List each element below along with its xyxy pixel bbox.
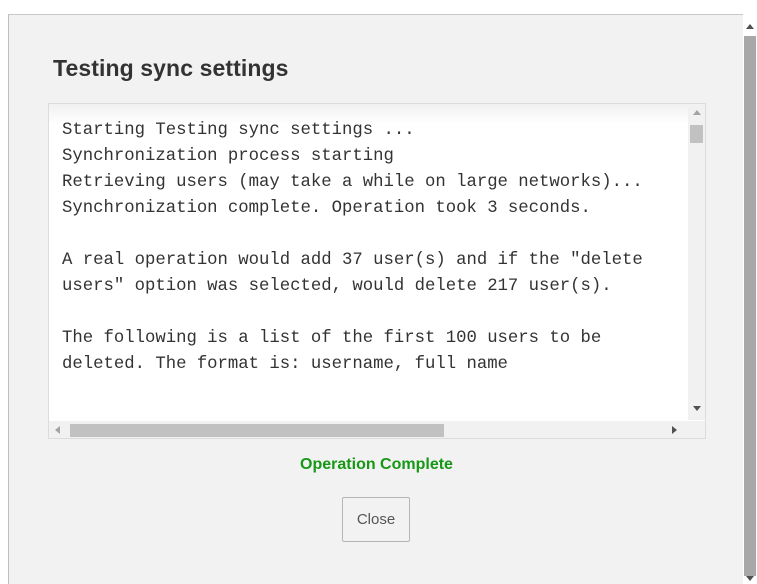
log-line: Synchronization process starting (62, 147, 394, 166)
dialog-title: Testing sync settings (53, 55, 289, 81)
operation-status-text: Operation Complete (300, 456, 453, 473)
log-line: Retrieving users (may take a while on la… (62, 173, 643, 192)
page-scroll-up-arrow-icon[interactable] (746, 24, 754, 29)
log-horizontal-scrollbar[interactable] (49, 421, 690, 438)
page-scroll-down-arrow-icon[interactable] (746, 576, 754, 581)
log-output-box[interactable]: Starting Testing sync settings ... Synchr… (48, 103, 706, 439)
scroll-right-arrow-icon[interactable] (672, 426, 677, 434)
log-line: Synchronization complete. Operation took… (62, 199, 591, 218)
scroll-up-arrow-icon[interactable] (693, 110, 701, 115)
scroll-down-arrow-icon[interactable] (693, 406, 701, 411)
log-vertical-scroll-thumb[interactable] (690, 125, 703, 143)
log-horizontal-scroll-thumb[interactable] (70, 424, 444, 437)
close-button[interactable]: Close (342, 497, 410, 542)
log-vertical-scrollbar[interactable] (688, 104, 705, 420)
log-output-text: Starting Testing sync settings ... Synchr… (62, 118, 677, 378)
scroll-left-arrow-icon[interactable] (55, 426, 60, 434)
page-vertical-scrollbar[interactable] (743, 14, 757, 583)
log-line: The following is a list of the first 100… (62, 329, 612, 374)
log-line: A real operation would add 37 user(s) an… (62, 251, 654, 296)
page-scroll-thumb[interactable] (744, 36, 756, 576)
sync-dialog: Testing sync settings Starting Testing s… (8, 14, 743, 584)
scrollbar-corner (688, 421, 705, 438)
log-line: Starting Testing sync settings ... (62, 121, 415, 140)
